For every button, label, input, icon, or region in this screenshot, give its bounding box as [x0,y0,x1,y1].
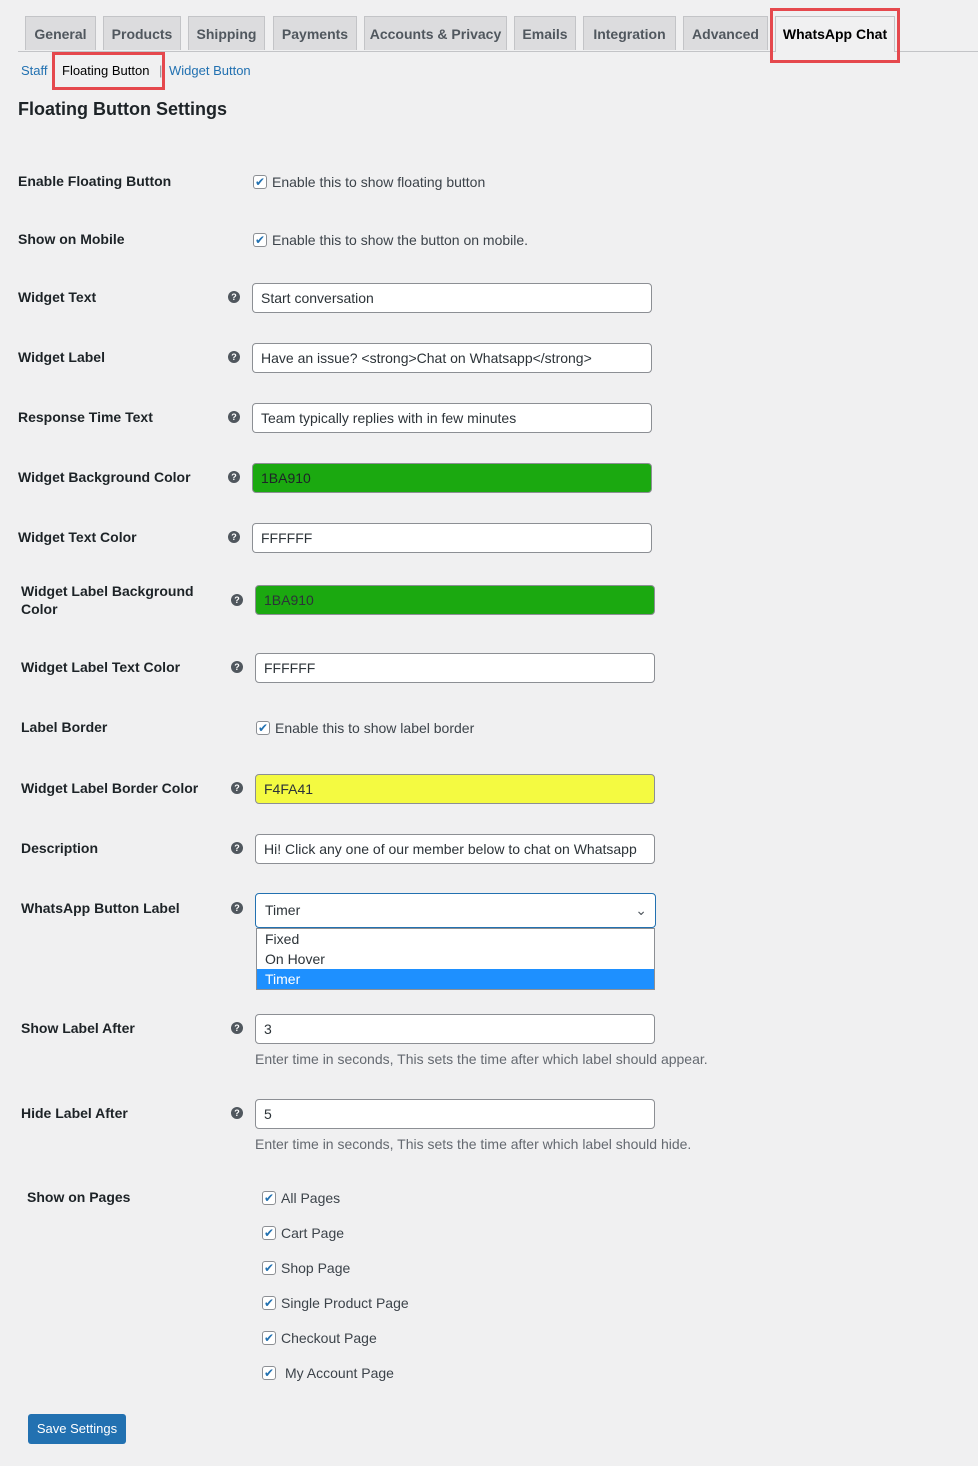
checkbox-show-mobile[interactable]: ✔ [253,233,267,247]
select-dropdown-list: Fixed On Hover Timer [256,928,655,990]
tab-emails[interactable]: Emails [514,16,576,50]
label-whatsapp-button-label: WhatsApp Button Label [21,900,180,916]
checkbox-shop-page[interactable]: ✔ [262,1261,276,1275]
widget-label-text-color-input[interactable]: FFFFFF [255,653,655,683]
help-icon[interactable]: ? [231,842,243,854]
label-description: Description [21,840,99,856]
widget-bg-color-input[interactable]: 1BA910 [252,463,652,493]
widget-label-input[interactable]: Have an issue? <strong>Chat on Whatsapp<… [252,343,652,373]
checkbox-my-account-page[interactable]: ✔ [262,1366,276,1380]
widget-text-color-input[interactable]: FFFFFF [252,523,652,553]
subnav-staff[interactable]: Staff [21,63,48,78]
chevron-down-icon: ⌄ [635,902,647,918]
subnav-widget-button[interactable]: Widget Button [169,63,251,78]
label-widget-text: Widget Text [18,289,97,305]
button-label-select[interactable]: Timer ⌄ [255,893,656,928]
hide-label-after-input[interactable]: 5 [255,1099,655,1129]
text-show-mobile: Enable this to show the button on mobile… [272,232,529,248]
widget-label-bg-color-input[interactable]: 1BA910 [255,585,655,615]
tab-accounts-privacy[interactable]: Accounts & Privacy [364,16,507,50]
label-response-time: Response Time Text [18,409,153,425]
label-label-border: Label Border [21,719,108,735]
hint-hide-label-after: Enter time in seconds, This sets the tim… [255,1136,692,1152]
tab-products[interactable]: Products [103,16,181,50]
save-settings-button[interactable]: Save Settings [28,1414,126,1444]
label-widget-label-text-color: Widget Label Text Color [21,659,181,675]
response-time-input[interactable]: Team typically replies with in few minut… [252,403,652,433]
tab-payments[interactable]: Payments [273,16,357,50]
text-label-border: Enable this to show label border [275,720,475,736]
tab-integration[interactable]: Integration [583,16,676,50]
text-enable-floating: Enable this to show floating button [272,174,486,190]
option-on-hover[interactable]: On Hover [257,949,654,969]
help-icon[interactable]: ? [228,471,240,483]
label-hide-label-after: Hide Label After [21,1105,128,1121]
text-single-product-page: Single Product Page [281,1295,409,1311]
widget-text-input[interactable]: Start conversation [252,283,652,313]
description-input[interactable]: Hi! Click any one of our member below to… [255,834,655,864]
help-icon[interactable]: ? [228,531,240,543]
option-fixed[interactable]: Fixed [257,929,654,949]
checkbox-all-pages[interactable]: ✔ [262,1191,276,1205]
page-title: Floating Button Settings [18,99,227,119]
text-shop-page: Shop Page [281,1260,351,1276]
border-color-input[interactable]: F4FA41 [255,774,655,804]
text-all-pages: All Pages [281,1190,341,1206]
help-icon[interactable]: ? [231,661,243,673]
checkbox-enable-floating[interactable]: ✔ [253,175,267,189]
tab-shipping[interactable]: Shipping [188,16,265,50]
checkbox-cart-page[interactable]: ✔ [262,1226,276,1240]
label-show-label-after: Show Label After [21,1020,135,1036]
label-show-mobile: Show on Mobile [18,231,125,247]
tab-advanced[interactable]: Advanced [683,16,768,50]
label-widget-bg-color: Widget Background Color [18,469,191,485]
help-icon[interactable]: ? [228,351,240,363]
help-icon[interactable]: ? [231,1022,243,1034]
checkbox-label-border[interactable]: ✔ [256,721,270,735]
checkbox-single-product-page[interactable]: ✔ [262,1296,276,1310]
text-checkout-page: Checkout Page [281,1330,377,1346]
label-widget-text-color: Widget Text Color [18,529,137,545]
text-cart-page: Cart Page [281,1225,345,1241]
highlight-box-subnav [52,52,165,90]
help-icon[interactable]: ? [228,411,240,423]
highlight-box-tab [770,8,900,63]
help-icon[interactable]: ? [231,1107,243,1119]
checkbox-checkout-page[interactable]: ✔ [262,1331,276,1345]
label-show-on-pages: Show on Pages [27,1189,131,1205]
help-icon[interactable]: ? [231,782,243,794]
label-widget-label-bg-color: Widget Label Background Color [21,583,194,617]
help-icon[interactable]: ? [228,291,240,303]
help-icon[interactable]: ? [231,902,243,914]
help-icon[interactable]: ? [231,594,243,606]
text-my-account-page: My Account Page [285,1365,394,1381]
show-label-after-input[interactable]: 3 [255,1014,655,1044]
label-enable-floating: Enable Floating Button [18,173,172,189]
tab-general[interactable]: General [25,16,96,50]
option-timer[interactable]: Timer [257,969,654,989]
hint-show-label-after: Enter time in seconds, This sets the tim… [255,1051,708,1067]
label-border-color: Widget Label Border Color [21,780,199,796]
select-value: Timer [265,902,301,918]
label-widget-label: Widget Label [18,349,105,365]
